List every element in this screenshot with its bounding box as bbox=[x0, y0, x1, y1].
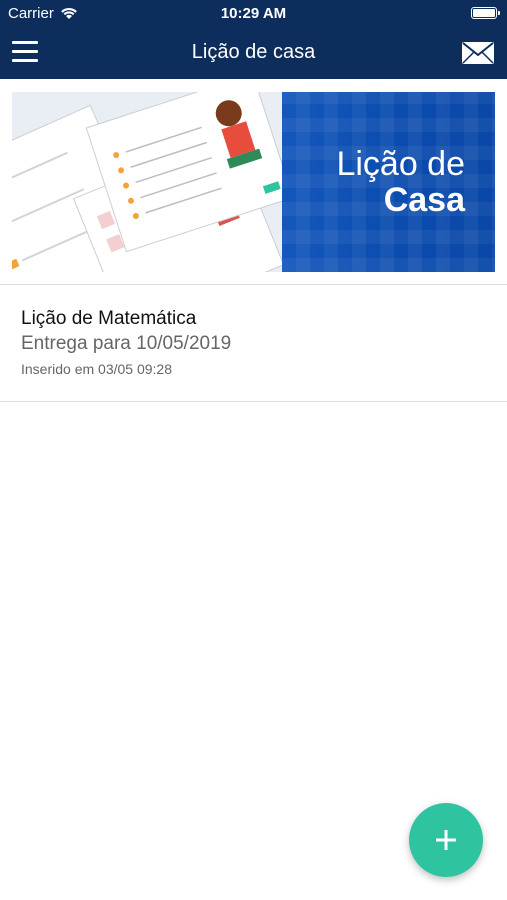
homework-list-item[interactable]: Lição de Matemática Entrega para 10/05/2… bbox=[0, 285, 507, 401]
homework-title: Lição de Matemática bbox=[21, 308, 197, 329]
battery-icon bbox=[471, 7, 500, 19]
status-time: 10:29 AM bbox=[220, 5, 287, 22]
screen: Carrier 10:29 AM Lição de casa Lição de … bbox=[0, 0, 507, 900]
banner-title-line2: Casa bbox=[383, 181, 465, 219]
page-title: Lição de casa bbox=[191, 41, 316, 63]
add-homework-button[interactable] bbox=[409, 803, 483, 877]
homework-banner: Lição de Casa bbox=[12, 92, 495, 272]
homework-due-date: Entrega para 10/05/2019 bbox=[21, 333, 232, 354]
divider bbox=[0, 401, 507, 402]
nav-bar: Lição de casa bbox=[0, 27, 507, 79]
mail-icon[interactable] bbox=[461, 41, 495, 65]
banner-title: Lição de Casa bbox=[336, 146, 465, 218]
status-bar: Carrier 10:29 AM bbox=[0, 0, 507, 27]
plus-icon bbox=[436, 830, 456, 850]
banner-title-line1: Lição de bbox=[336, 145, 465, 183]
worksheet-illustration bbox=[12, 92, 282, 272]
homework-inserted-date: Inserido em 03/05 09:28 bbox=[21, 361, 172, 377]
